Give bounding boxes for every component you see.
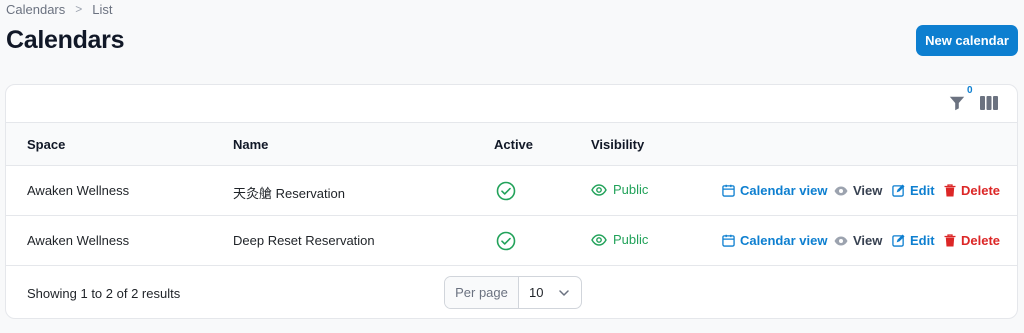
table-row: Awaken Wellness 天灸艙 Reservation Public C…	[6, 166, 1017, 216]
delete-label: Delete	[961, 233, 1001, 248]
space-cell: Awaken Wellness	[27, 183, 130, 198]
calendars-table-card: 0 Space Name Active Visibility Awaken We…	[5, 84, 1018, 319]
view-link[interactable]: View	[834, 183, 882, 198]
trash-icon	[944, 234, 956, 247]
view-label: View	[853, 233, 883, 248]
filter-count-badge: 0	[967, 85, 973, 96]
edit-icon	[892, 184, 905, 197]
page-title: Calendars	[6, 26, 125, 54]
calendar-icon	[722, 184, 735, 197]
delete-link[interactable]: Delete	[944, 233, 1000, 248]
delete-link[interactable]: Delete	[944, 183, 1000, 198]
per-page-label: Per page	[445, 277, 519, 308]
visibility-badge: Public	[591, 232, 648, 247]
breadcrumb-item-list: List	[92, 1, 113, 17]
name-cell: Deep Reset Reservation	[233, 233, 375, 248]
calendar-view-link[interactable]: Calendar view	[722, 233, 827, 248]
eye-icon	[591, 183, 607, 196]
eye-icon	[591, 233, 607, 246]
column-header-space: Space	[27, 137, 66, 152]
per-page-value: 10	[529, 285, 544, 300]
columns-icon[interactable]	[980, 96, 998, 110]
delete-label: Delete	[961, 183, 1001, 198]
space-cell: Awaken Wellness	[27, 233, 130, 248]
table-toolbar: 0	[6, 85, 1017, 123]
per-page-select[interactable]: 10	[519, 277, 581, 308]
column-header-visibility: Visibility	[591, 137, 645, 152]
edit-label: Edit	[910, 233, 935, 248]
eye-icon	[834, 186, 848, 195]
per-page-control: Per page 10	[444, 276, 582, 309]
results-summary: Showing 1 to 2 of 2 results	[27, 286, 181, 301]
trash-icon	[944, 184, 956, 197]
table-footer: Showing 1 to 2 of 2 results Per page 10	[6, 267, 1017, 318]
breadcrumb: Calendars > List	[6, 1, 113, 17]
table-row: Awaken Wellness Deep Reset Reservation P…	[6, 216, 1017, 266]
edit-link[interactable]: Edit	[892, 233, 935, 248]
eye-icon	[834, 236, 848, 245]
table-header: Space Name Active Visibility	[6, 123, 1017, 166]
edit-icon	[892, 234, 905, 247]
column-header-name: Name	[233, 137, 269, 152]
visibility-label: Public	[613, 232, 649, 247]
view-link[interactable]: View	[834, 233, 882, 248]
visibility-badge: Public	[591, 182, 648, 197]
chevron-right-icon: >	[75, 2, 83, 16]
calendar-view-link[interactable]: Calendar view	[722, 183, 827, 198]
breadcrumb-item-calendars[interactable]: Calendars	[6, 2, 65, 17]
visibility-label: Public	[613, 182, 649, 197]
column-header-active: Active	[494, 137, 534, 152]
calendar-view-label: Calendar view	[740, 233, 828, 248]
check-circle-icon	[496, 181, 516, 201]
filter-icon[interactable]	[948, 94, 966, 112]
check-circle-icon	[496, 231, 516, 251]
new-calendar-button[interactable]: New calendar	[916, 25, 1018, 56]
view-label: View	[853, 183, 883, 198]
chevron-down-icon	[559, 289, 569, 296]
calendar-view-label: Calendar view	[740, 183, 828, 198]
name-cell: 天灸艙 Reservation	[233, 186, 345, 201]
calendar-icon	[722, 234, 735, 247]
edit-label: Edit	[910, 183, 935, 198]
edit-link[interactable]: Edit	[892, 183, 935, 198]
